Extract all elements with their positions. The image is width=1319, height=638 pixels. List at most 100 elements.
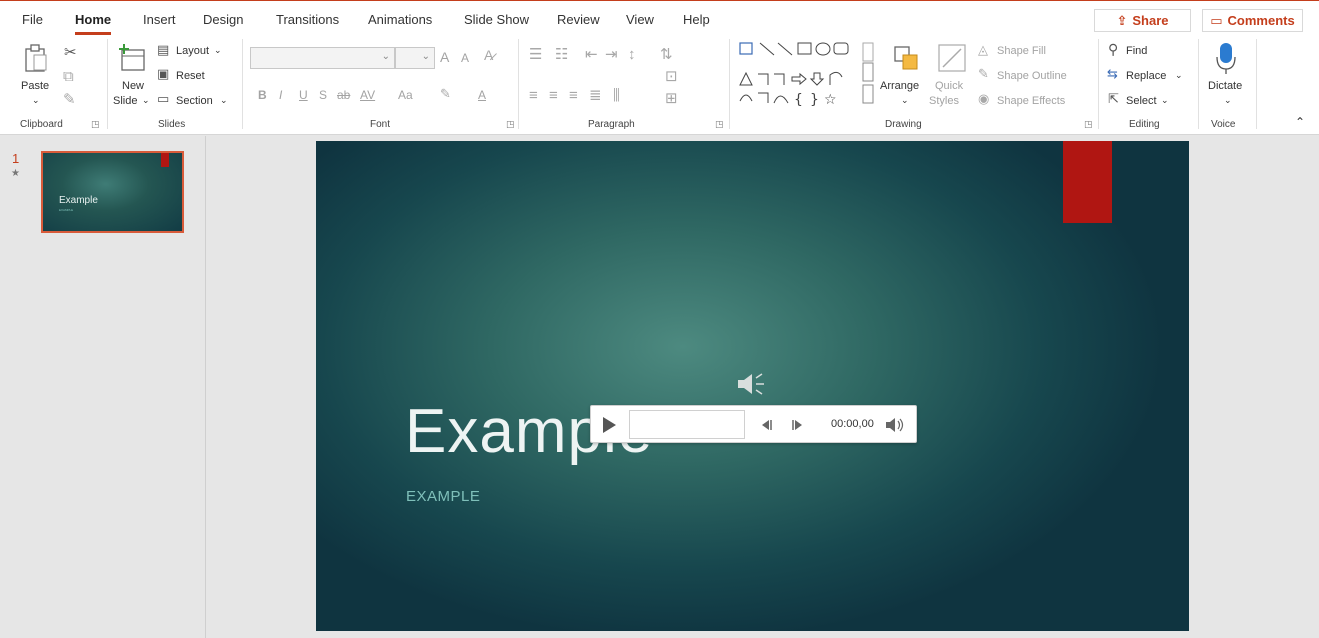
tab-transitions[interactable]: Transitions [276, 12, 339, 27]
columns-icon[interactable]: ⫼ [613, 88, 620, 103]
play-icon[interactable] [601, 416, 617, 434]
tab-help[interactable]: Help [683, 12, 710, 27]
slide-accent-bar[interactable] [1063, 141, 1112, 223]
shape-outline-icon: ✎ [978, 66, 989, 81]
slide-thumbnail[interactable]: Example EXAMPLE [41, 151, 184, 233]
paragraph-launcher-icon[interactable]: ◳ [715, 119, 724, 130]
dictate-button[interactable]: Dictate [1208, 80, 1242, 92]
smartart-icon[interactable]: ⊞ [665, 91, 678, 106]
comments-button[interactable]: ▭ Comments [1202, 9, 1303, 32]
bullets-icon[interactable]: ☰ [529, 47, 542, 62]
drawing-launcher-icon[interactable]: ◳ [1084, 119, 1093, 130]
tab-view[interactable]: View [626, 12, 654, 27]
underline-button[interactable]: U [299, 88, 308, 102]
shape-effects-button[interactable]: Shape Effects [997, 95, 1065, 107]
strikethrough-button[interactable]: ab [337, 88, 350, 102]
character-spacing-button[interactable]: AV [360, 88, 375, 102]
new-slide-label-1[interactable]: New [122, 80, 144, 92]
text-direction-icon[interactable]: ⇅ [660, 47, 673, 62]
layout-dropdown-icon[interactable]: ⌄ [214, 45, 222, 56]
decrease-indent-icon[interactable]: ⇤ [585, 47, 598, 62]
new-slide-dropdown-icon[interactable]: ⌄ [142, 95, 150, 106]
font-size-combo[interactable]: ⌄ [395, 47, 435, 69]
skip-back-icon[interactable] [759, 418, 773, 432]
shape-fill-icon: ◬ [978, 42, 988, 57]
find-icon: ⚲ [1108, 41, 1119, 57]
replace-button[interactable]: Replace [1126, 70, 1166, 82]
font-name-combo[interactable]: ⌄ [250, 47, 395, 69]
audio-speaker-icon[interactable] [736, 372, 766, 396]
slide-canvas[interactable]: Example EXAMPLE [316, 141, 1189, 631]
select-button[interactable]: Select [1126, 95, 1157, 107]
find-button[interactable]: Find [1126, 45, 1147, 57]
new-slide-icon[interactable] [117, 44, 147, 72]
bold-button[interactable]: B [258, 88, 267, 102]
audio-player-bar: 00:00,00 [590, 405, 917, 443]
paste-icon[interactable] [24, 43, 48, 73]
dictate-dropdown-icon[interactable]: ⌄ [1224, 95, 1232, 106]
change-case-button[interactable]: Aa [398, 88, 413, 102]
align-left-icon[interactable]: ≡ [529, 88, 538, 103]
copy-icon[interactable]: ⧉ [63, 69, 74, 84]
increase-indent-icon[interactable]: ⇥ [605, 47, 618, 62]
arrange-icon[interactable] [893, 45, 921, 75]
highlight-icon[interactable]: ✎ [440, 87, 451, 100]
clipboard-launcher-icon[interactable]: ◳ [91, 119, 100, 130]
section-dropdown-icon[interactable]: ⌄ [220, 95, 228, 106]
replace-dropdown-icon[interactable]: ⌄ [1175, 70, 1183, 81]
justify-icon[interactable]: ≣ [589, 88, 602, 103]
tab-animations[interactable]: Animations [368, 12, 432, 27]
quick-styles-icon[interactable] [937, 43, 967, 73]
editing-group-label: Editing [1129, 119, 1160, 130]
layout-icon: ▤ [157, 42, 170, 57]
drawing-group-label: Drawing [885, 119, 922, 130]
shapes-gallery[interactable]: { } ☆ [738, 41, 878, 107]
thumbnail-subtitle: EXAMPLE [59, 208, 74, 212]
section-button[interactable]: Section [176, 95, 213, 107]
svg-text:{: { [794, 92, 803, 107]
paragraph-group-label: Paragraph [588, 119, 635, 130]
shape-fill-button[interactable]: Shape Fill [997, 45, 1046, 57]
svg-text:☆: ☆ [824, 92, 837, 107]
quick-styles-label-2[interactable]: Styles [929, 95, 959, 107]
paste-label[interactable]: Paste [21, 80, 49, 92]
grow-font-button[interactable]: A [440, 49, 449, 65]
layout-button[interactable]: Layout [176, 45, 209, 57]
reset-button[interactable]: Reset [176, 70, 205, 82]
line-spacing-icon[interactable]: ↕ [628, 47, 636, 62]
italic-button[interactable]: I [279, 88, 282, 102]
audio-progress-track[interactable] [629, 410, 745, 439]
font-color-button[interactable]: A [478, 88, 486, 102]
paste-dropdown-icon[interactable]: ⌄ [32, 95, 40, 106]
arrange-button[interactable]: Arrange [880, 80, 919, 92]
align-right-icon[interactable]: ≡ [569, 88, 578, 103]
text-shadow-button[interactable]: S [319, 88, 327, 102]
arrange-dropdown-icon[interactable]: ⌄ [901, 95, 909, 106]
clear-formatting-icon[interactable]: A̷ [484, 48, 493, 62]
numbering-icon[interactable]: ☷ [555, 47, 568, 62]
collapse-ribbon-icon[interactable]: ⌃ [1295, 115, 1305, 129]
group-separator [1098, 39, 1099, 129]
share-button[interactable]: ⇪ Share [1094, 9, 1191, 32]
format-painter-icon[interactable]: ✎ [63, 92, 76, 107]
tab-design[interactable]: Design [203, 12, 243, 27]
tab-insert[interactable]: Insert [143, 12, 176, 27]
tab-review[interactable]: Review [557, 12, 600, 27]
shrink-font-button[interactable]: A [461, 51, 469, 65]
align-center-icon[interactable]: ≡ [549, 88, 558, 103]
voice-group-label: Voice [1211, 119, 1236, 130]
volume-icon[interactable] [885, 417, 905, 433]
tab-home[interactable]: Home [75, 12, 112, 35]
quick-styles-label-1[interactable]: Quick [935, 80, 963, 92]
align-text-icon[interactable]: ⊡ [665, 69, 678, 84]
slide-subtitle[interactable]: EXAMPLE [406, 488, 480, 505]
select-dropdown-icon[interactable]: ⌄ [1161, 95, 1169, 106]
tab-file[interactable]: File [22, 12, 43, 27]
tab-slide-show[interactable]: Slide Show [464, 12, 529, 27]
cut-icon[interactable]: ✂ [64, 45, 77, 60]
new-slide-label-2[interactable]: Slide [113, 95, 137, 107]
skip-forward-icon[interactable] [791, 418, 805, 432]
shape-outline-button[interactable]: Shape Outline [997, 70, 1067, 82]
microphone-icon[interactable] [1215, 41, 1237, 75]
font-launcher-icon[interactable]: ◳ [506, 119, 515, 130]
